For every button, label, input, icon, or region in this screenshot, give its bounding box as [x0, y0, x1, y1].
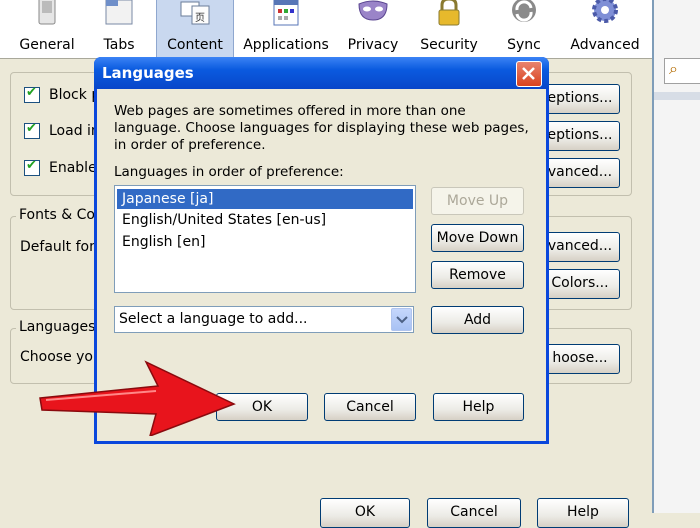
tab-security[interactable]: Security [414, 0, 484, 58]
move-down-button[interactable]: Move Down [431, 224, 524, 252]
cancel-button[interactable]: Cancel [324, 393, 416, 421]
move-up-label: Move Up [446, 193, 509, 209]
enable-javascript-checkbox[interactable]: ✔ [24, 158, 40, 176]
remove-button[interactable]: Remove [431, 261, 524, 289]
remove-label: Remove [449, 267, 506, 283]
load-images-checkbox[interactable]: ✔ [24, 121, 40, 139]
applications-icon [273, 0, 299, 26]
tab-advanced[interactable]: Advanced [566, 0, 644, 58]
close-button[interactable] [516, 61, 542, 87]
languages-list-label: Languages in order of preference: [114, 164, 344, 180]
exceptions-button-2[interactable]: eptions... [540, 121, 620, 151]
background-bar [654, 92, 700, 100]
choose-languages-button[interactable]: hoose... [540, 344, 620, 374]
exceptions-button-1[interactable]: eptions... [540, 84, 620, 114]
language-select-value: Select a language to add... [119, 311, 308, 327]
load-images-label: Load in [49, 123, 100, 139]
dialog-title-bar[interactable]: Languages [94, 57, 549, 89]
svg-text:页: 页 [195, 12, 205, 24]
sync-icon [512, 0, 536, 22]
list-item[interactable]: Japanese [ja] [116, 188, 414, 210]
colors-button[interactable]: Colors... [540, 269, 620, 299]
add-button[interactable]: Add [431, 306, 524, 334]
languages-group-title: Languages [16, 319, 99, 335]
help-label: Help [462, 399, 495, 415]
tab-privacy[interactable]: Privacy [340, 0, 406, 58]
tab-general[interactable]: General [8, 0, 86, 58]
fonts-colors-title: Fonts & Col [16, 207, 102, 223]
switch-icon [38, 0, 56, 25]
dropdown-button[interactable] [391, 308, 412, 331]
tab-content[interactable]: 页 Content [156, 0, 234, 58]
move-up-button[interactable]: Move Up [431, 187, 524, 215]
check-icon: ✔ [26, 121, 37, 136]
content-icon: 页 [180, 1, 210, 25]
red-arrow-annotation [39, 360, 236, 436]
enable-javascript-label: Enable [49, 160, 97, 176]
list-item[interactable]: English/United States [en-us] [117, 210, 413, 230]
background-browser-window: ⌕ [652, 0, 700, 513]
dialog-title: Languages [102, 64, 194, 82]
options-help-button[interactable]: Help [537, 498, 629, 528]
tabs-icon [105, 0, 133, 25]
move-down-label: Move Down [436, 230, 519, 246]
lock-icon [438, 0, 460, 26]
block-popups-label: Block p [49, 87, 101, 103]
check-icon: ✔ [26, 158, 37, 173]
cancel-label: Cancel [346, 399, 394, 415]
tab-applications[interactable]: Applications [240, 0, 332, 58]
advanced-fonts-button[interactable]: vanced... [540, 232, 620, 262]
block-popups-checkbox[interactable]: ✔ [24, 85, 40, 103]
advanced-js-button[interactable]: vanced... [540, 158, 620, 188]
background-search-field[interactable]: ⌕ [664, 58, 700, 84]
options-ok-button[interactable]: OK [320, 498, 410, 528]
check-icon: ✔ [26, 85, 37, 100]
options-cancel-button[interactable]: Cancel [427, 498, 521, 528]
ok-label: OK [251, 399, 273, 415]
dialog-description: Web pages are sometimes offered in more … [114, 103, 529, 153]
search-icon: ⌕ [669, 59, 678, 78]
gear-icon [592, 0, 618, 23]
default-font-label: Default fon [20, 239, 98, 255]
language-select[interactable]: Select a language to add... [114, 306, 414, 333]
chevron-down-icon [396, 316, 408, 324]
tab-tabs[interactable]: Tabs [86, 0, 152, 58]
help-button[interactable]: Help [433, 393, 524, 421]
privacy-mask-icon [358, 0, 388, 21]
options-toolbar: General Tabs 页 Content Applications Priv… [0, 0, 652, 59]
list-item[interactable]: English [en] [117, 232, 413, 252]
languages-list[interactable]: Japanese [ja] English/United States [en-… [114, 185, 416, 293]
close-icon [522, 67, 535, 80]
tab-sync[interactable]: Sync [494, 0, 554, 58]
add-label: Add [463, 312, 492, 328]
